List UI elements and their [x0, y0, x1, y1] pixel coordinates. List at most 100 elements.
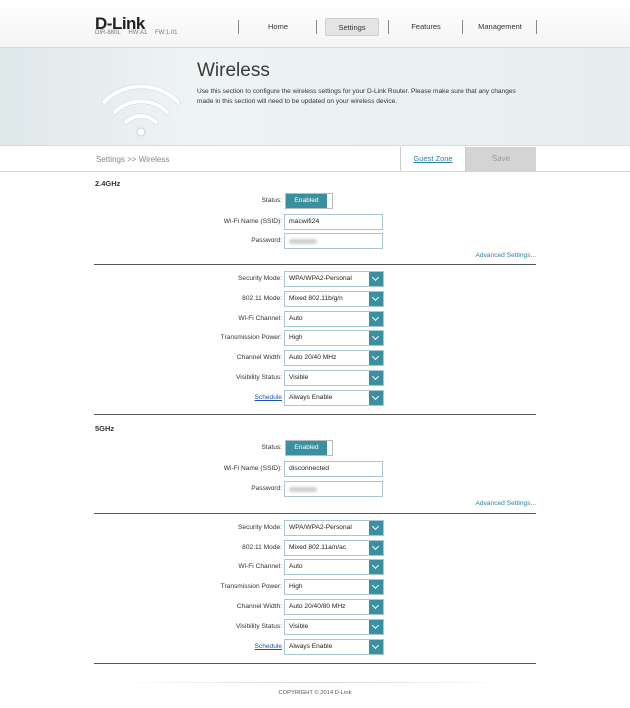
password-label-24: Password:	[251, 237, 282, 244]
nav-settings[interactable]: Settings	[325, 18, 379, 36]
device-info: DIR-880L HW:A1 FW:1.01	[95, 30, 184, 36]
divider	[94, 513, 536, 514]
nav-home[interactable]: Home	[240, 18, 316, 36]
select-value: Mixed 802.11b/g/n	[289, 295, 343, 302]
divider	[94, 414, 536, 415]
select-value: Always Enable	[289, 394, 333, 401]
80211-mode-select-5[interactable]: Mixed 802.11a/n/ac	[284, 540, 384, 556]
select-value: Auto 20/40 MHz	[289, 354, 337, 361]
select-value: Mixed 802.11a/n/ac	[289, 544, 347, 551]
masked-password	[289, 487, 317, 492]
chevron-down-icon	[369, 640, 383, 654]
chevron-down-icon	[369, 541, 383, 555]
chevron-down-icon	[369, 272, 383, 286]
select-value: WPA/WPA2-Personal	[289, 524, 352, 531]
transmission-power-select-24[interactable]: High	[284, 330, 384, 346]
wifi-channel-select-24[interactable]: Auto	[284, 311, 384, 327]
wifi-channel-label-24: Wi-Fi Channel:	[238, 315, 282, 322]
chevron-down-icon	[369, 521, 383, 535]
copyright: COPYRIGHT © 2014 D-Link	[278, 690, 352, 696]
nav-divider	[536, 20, 537, 34]
select-value: Always Enable	[289, 643, 333, 650]
select-value: High	[289, 583, 303, 590]
chevron-down-icon	[369, 292, 383, 306]
status-label-5: Status:	[261, 444, 282, 451]
nav-divider	[316, 20, 317, 34]
security-mode-select-24[interactable]: WPA/WPA2-Personal	[284, 271, 384, 287]
visibility-status-label-24: Visibility Status:	[235, 374, 282, 381]
schedule-link-24[interactable]: Schedule	[0, 394, 283, 401]
masked-password	[289, 239, 317, 244]
breadcrumb-bar: Settings >> Wireless Guest Zone Save	[0, 147, 630, 172]
select-value: Auto 20/40/80 MHz	[289, 603, 346, 610]
channel-width-select-24[interactable]: Auto 20/40 MHz	[284, 350, 384, 366]
ssid-input-24[interactable]: macwifi24	[284, 214, 383, 230]
select-value: WPA/WPA2-Personal	[289, 275, 352, 282]
chevron-down-icon	[369, 312, 383, 326]
status-toggle-value: Enabled	[286, 441, 327, 455]
section-title-24ghz: 2.4GHz	[95, 179, 121, 188]
password-input-5[interactable]	[284, 481, 383, 497]
select-value: High	[289, 334, 303, 341]
top-header: D-Link DIR-880L HW:A1 FW:1.01 Home Setti…	[0, 0, 630, 48]
divider	[94, 663, 536, 664]
visibility-status-select-5[interactable]: Visible	[284, 619, 384, 635]
wifi-icon	[101, 84, 181, 137]
advanced-settings-link-5[interactable]: Advanced Settings...	[476, 500, 536, 507]
chevron-down-icon	[369, 371, 383, 385]
page-banner: Wireless Use this section to configure t…	[0, 48, 630, 146]
select-value: Visible	[289, 623, 309, 630]
nav-divider	[388, 20, 389, 34]
visibility-status-label-5: Visibility Status:	[235, 623, 282, 630]
page-title: Wireless	[197, 60, 270, 81]
chevron-down-icon	[369, 351, 383, 365]
security-mode-select-5[interactable]: WPA/WPA2-Personal	[284, 520, 384, 536]
ssid-input-5[interactable]: disconnected	[284, 461, 383, 477]
page-description: Use this section to configure the wirele…	[197, 88, 516, 105]
chevron-down-icon	[369, 600, 383, 614]
security-mode-label-5: Security Mode:	[238, 524, 282, 531]
nav-divider	[462, 20, 463, 34]
chevron-down-icon	[369, 391, 383, 405]
visibility-status-select-24[interactable]: Visible	[284, 370, 384, 386]
80211-mode-select-24[interactable]: Mixed 802.11b/g/n	[284, 291, 384, 307]
channel-width-label-24: Channel Width:	[236, 354, 282, 361]
transmission-power-select-5[interactable]: High	[284, 579, 384, 595]
80211-mode-label-5: 802.11 Mode:	[242, 544, 282, 551]
nav-features[interactable]: Features	[390, 18, 462, 36]
nav-divider	[238, 20, 239, 34]
breadcrumb: Settings >> Wireless	[96, 155, 170, 164]
transmission-power-label-5: Transmission Power:	[220, 583, 282, 590]
select-value: Auto	[289, 315, 303, 322]
status-toggle-24[interactable]: Enabled	[285, 193, 333, 209]
80211-mode-label-24: 802.11 Mode:	[242, 295, 282, 302]
chevron-down-icon	[369, 580, 383, 594]
security-mode-label-24: Security Mode:	[238, 275, 282, 282]
chevron-down-icon	[369, 560, 383, 574]
select-value: Auto	[289, 563, 303, 570]
divider	[94, 264, 536, 265]
save-button[interactable]: Save	[466, 147, 536, 171]
transmission-power-label-24: Transmission Power:	[220, 334, 282, 341]
schedule-select-5[interactable]: Always Enable	[284, 639, 384, 655]
schedule-link-5[interactable]: Schedule	[0, 643, 283, 650]
wifi-channel-select-5[interactable]: Auto	[284, 559, 384, 575]
guest-zone-link[interactable]: Guest Zone	[400, 147, 466, 171]
chevron-down-icon	[369, 331, 383, 345]
schedule-select-24[interactable]: Always Enable	[284, 390, 384, 406]
advanced-settings-link-24[interactable]: Advanced Settings...	[476, 252, 536, 259]
ssid-label-24: Wi-Fi Name (SSID):	[223, 218, 282, 225]
channel-width-label-5: Channel Width:	[236, 603, 282, 610]
channel-width-select-5[interactable]: Auto 20/40/80 MHz	[284, 599, 384, 615]
hw-version: HW:A1	[128, 30, 148, 36]
wifi-channel-label-5: Wi-Fi Channel:	[238, 563, 282, 570]
model-label: DIR-880L	[95, 30, 121, 36]
select-value: Visible	[289, 374, 309, 381]
ssid-label-5: Wi-Fi Name (SSID):	[223, 465, 282, 472]
password-input-24[interactable]	[284, 233, 383, 249]
fw-version: FW:1.01	[154, 30, 178, 36]
section-title-5ghz: 5GHz	[95, 424, 115, 433]
nav-management[interactable]: Management	[464, 18, 536, 36]
footer-divider	[120, 682, 510, 683]
status-toggle-5[interactable]: Enabled	[285, 440, 333, 456]
